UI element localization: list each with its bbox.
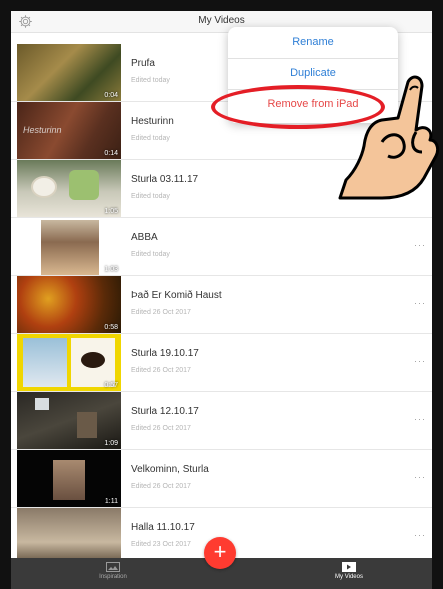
photo-icon — [106, 562, 120, 572]
duration-label: 1:05 — [104, 208, 118, 215]
video-date: Edited today — [131, 77, 170, 84]
add-video-button[interactable]: + — [204, 537, 236, 569]
pointing-hand-icon — [338, 75, 440, 200]
duration-label: 0:58 — [104, 324, 118, 331]
video-title: Hesturinn — [131, 116, 174, 127]
video-title: Sturla 03.11.17 — [131, 174, 199, 185]
menu-divider — [228, 58, 398, 59]
duration-label: 1:11 — [104, 498, 118, 505]
video-title: Prufa — [131, 58, 155, 69]
rename-menu-item[interactable]: Rename — [228, 36, 398, 48]
video-title: Sturla 12.10.17 — [131, 406, 199, 417]
video-title: Það Er Komið Haust — [131, 290, 222, 301]
more-options-button[interactable]: ··· — [414, 356, 426, 366]
video-thumbnail[interactable]: 0:58 — [17, 276, 121, 333]
video-thumbnail[interactable] — [17, 508, 121, 565]
video-title: ABBA — [131, 232, 158, 243]
video-date: Edited today — [131, 251, 170, 258]
video-date: Edited 26 Oct 2017 — [131, 425, 191, 432]
video-thumbnail[interactable]: 0:57 — [17, 334, 121, 391]
device-frame: My Videos 0:04 Prufa Edited today Hestur… — [0, 0, 443, 589]
video-date: Edited 26 Oct 2017 — [131, 367, 191, 374]
more-options-button[interactable]: ··· — [414, 414, 426, 424]
duration-label: 0:04 — [104, 92, 118, 99]
video-title: Sturla 19.10.17 — [131, 348, 199, 359]
video-title: Halla 11.10.17 — [131, 522, 195, 533]
more-options-button[interactable]: ··· — [414, 530, 426, 540]
video-thumbnail[interactable]: 1:11 — [17, 450, 121, 507]
list-item[interactable]: 0:58 Það Er Komið Haust Edited 26 Oct 20… — [11, 276, 432, 334]
more-options-button[interactable]: ··· — [414, 240, 426, 250]
duration-label: 1:09 — [104, 440, 118, 447]
video-thumbnail[interactable]: 1:09 — [17, 392, 121, 449]
thumbnail-caption: Hesturinn — [23, 125, 62, 135]
duration-label: 0:14 — [104, 150, 118, 157]
video-date: Edited today — [131, 135, 170, 142]
video-thumbnail[interactable]: 0:04 — [17, 44, 121, 101]
more-options-button[interactable]: ··· — [414, 298, 426, 308]
video-thumbnail[interactable]: 1:05 — [17, 160, 121, 217]
play-icon — [342, 562, 356, 572]
video-thumbnail[interactable]: Hesturinn 0:14 — [17, 102, 121, 159]
video-title: Velkominn, Sturla — [131, 464, 209, 475]
list-item[interactable]: 1:11 Velkominn, Sturla Edited 26 Oct 201… — [11, 450, 432, 508]
duration-label: 0:57 — [104, 382, 118, 389]
more-options-button[interactable]: ··· — [414, 472, 426, 482]
list-item[interactable]: 1:03 ABBA Edited today ··· — [11, 218, 432, 276]
video-date: Edited 23 Oct 2017 — [131, 541, 191, 548]
tab-inspiration[interactable]: Inspiration — [73, 562, 153, 580]
video-date: Edited today — [131, 193, 170, 200]
duration-label: 1:03 — [104, 266, 118, 273]
tab-label: My Videos — [335, 574, 363, 580]
page-title: My Videos — [198, 15, 245, 26]
video-date: Edited 26 Oct 2017 — [131, 309, 191, 316]
video-date: Edited 26 Oct 2017 — [131, 483, 191, 490]
tab-label: Inspiration — [99, 574, 127, 580]
tab-my-videos[interactable]: My Videos — [309, 562, 389, 580]
list-item[interactable]: 0:57 Sturla 19.10.17 Edited 26 Oct 2017 … — [11, 334, 432, 392]
video-thumbnail[interactable]: 1:03 — [17, 218, 121, 275]
list-item[interactable]: 1:09 Sturla 12.10.17 Edited 26 Oct 2017 … — [11, 392, 432, 450]
